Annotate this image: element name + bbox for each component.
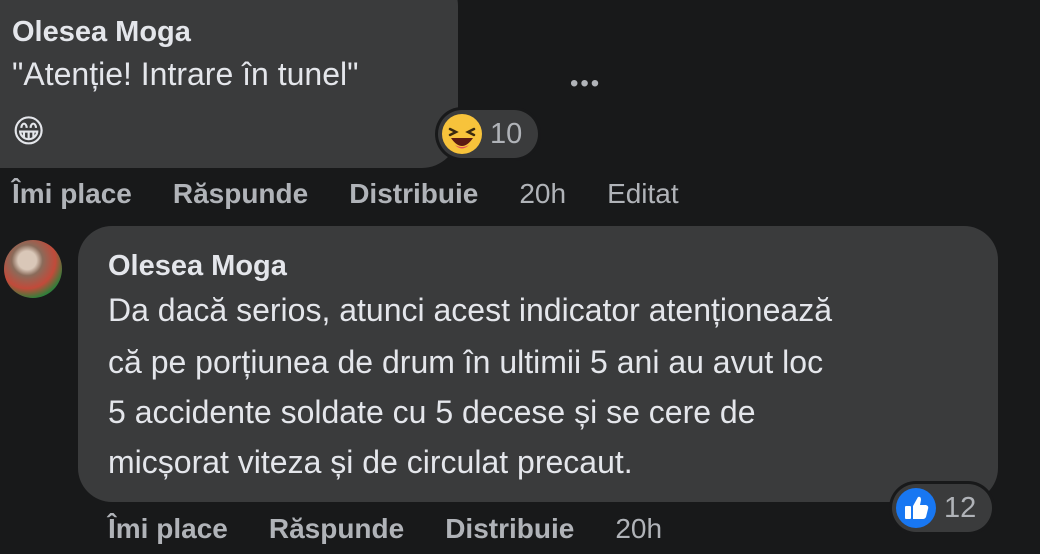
- laughing-face-icon: [442, 114, 482, 154]
- comment-text: "Atenție! Intrare în tunel": [12, 56, 359, 92]
- comment-actions: Îmi place Răspunde Distribuie 20h Editat: [12, 178, 720, 210]
- comment-author[interactable]: Olesea Moga: [12, 16, 191, 49]
- reaction-summary[interactable]: 12: [892, 484, 992, 532]
- reaction-count: 12: [944, 491, 977, 524]
- share-button[interactable]: Distribuie: [349, 178, 478, 210]
- like-button[interactable]: Îmi place: [12, 178, 132, 210]
- comment-timestamp[interactable]: 20h: [615, 513, 662, 545]
- avatar[interactable]: [4, 240, 62, 298]
- comment-text-line: micșorat viteza și de circulat precaut.: [108, 444, 633, 480]
- reply-button[interactable]: Răspunde: [173, 178, 308, 210]
- thumbs-up-icon: [896, 488, 936, 528]
- more-options-icon[interactable]: •••: [570, 70, 601, 98]
- share-button[interactable]: Distribuie: [445, 513, 574, 545]
- reply-button[interactable]: Răspunde: [269, 513, 404, 545]
- comment-text-line: Da dacă serios, atunci acest indicator a…: [108, 292, 832, 328]
- comment-author[interactable]: Olesea Moga: [108, 250, 287, 283]
- like-button[interactable]: Îmi place: [108, 513, 228, 545]
- reaction-count: 10: [490, 117, 523, 150]
- reaction-summary[interactable]: 10: [438, 110, 538, 158]
- comment-actions: Îmi place Răspunde Distribuie 20h: [108, 513, 703, 545]
- grinning-emoji-icon: 😁: [12, 113, 46, 149]
- comment-text-line: 5 accidente soldate cu 5 decese și se ce…: [108, 394, 756, 430]
- edited-label[interactable]: Editat: [607, 178, 679, 210]
- comment-text-line: că pe porțiunea de drum în ultimii 5 ani…: [108, 344, 824, 380]
- comment-timestamp[interactable]: 20h: [519, 178, 566, 210]
